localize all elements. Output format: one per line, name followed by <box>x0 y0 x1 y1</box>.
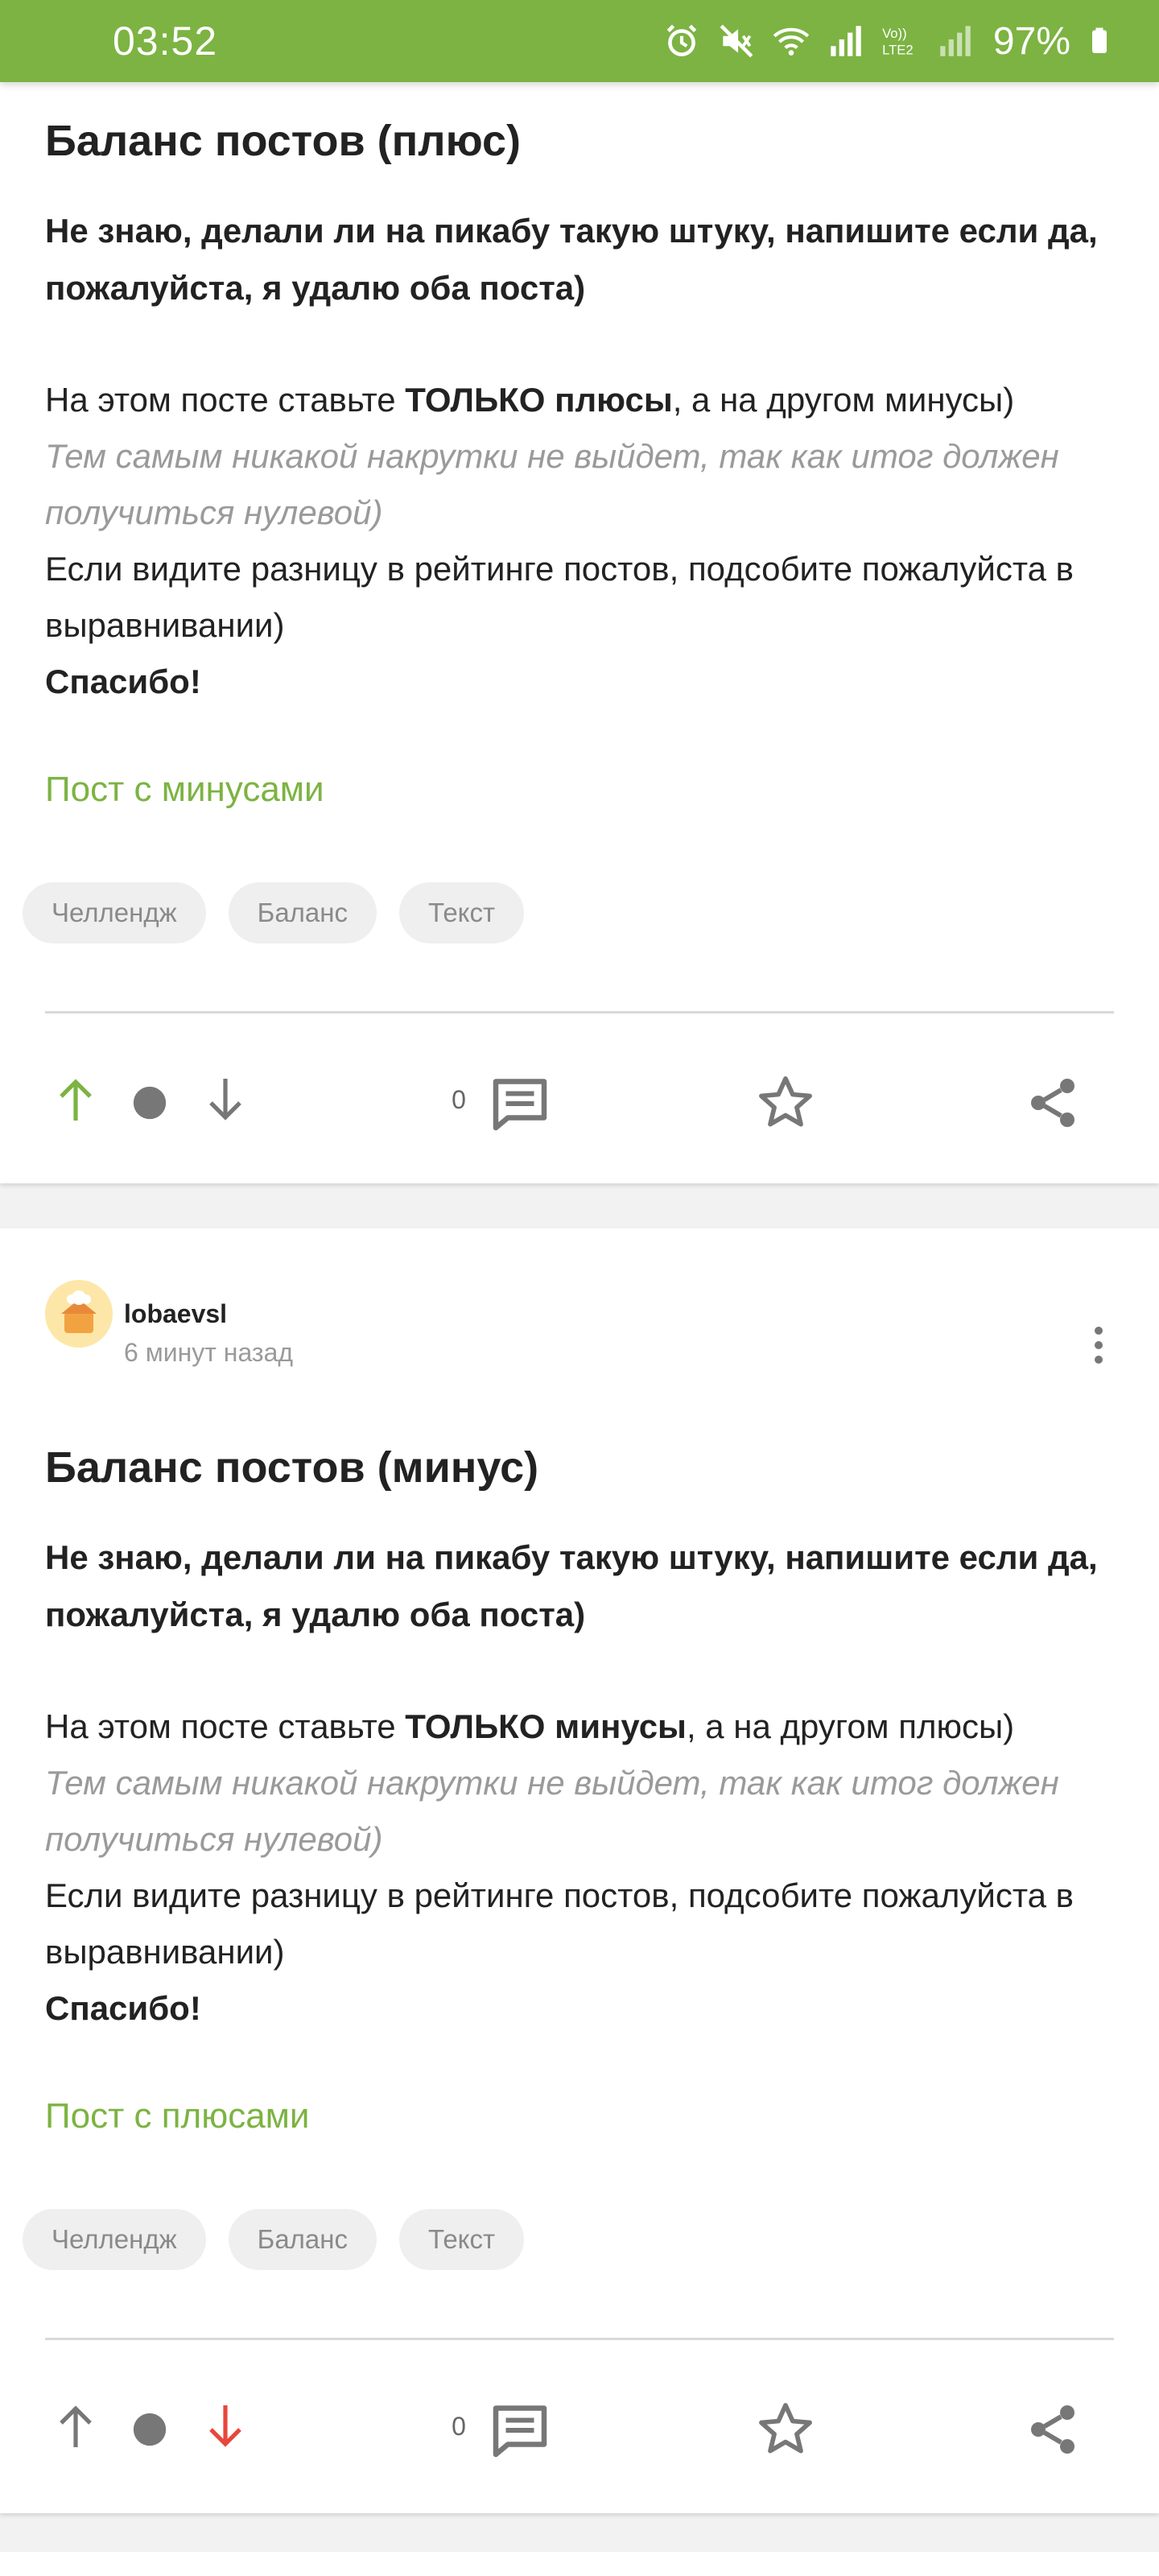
arrow-down-icon <box>209 2405 241 2447</box>
status-bar: 03:52 Vo)) LTE2 97% <box>0 0 1159 82</box>
volte-icon: Vo)) LTE2 <box>882 26 914 58</box>
post-line: На этом посте ставьте ТОЛЬКО плюсы, а на… <box>45 372 1116 428</box>
tags: Челлендж Баланс Текст <box>23 2209 525 2270</box>
post-line: Если видите разницу в рейтинге постов, п… <box>45 1876 1074 1971</box>
bold-span: ТОЛЬКО минусы <box>405 1707 687 1745</box>
share-icon <box>1031 1079 1074 1127</box>
avatar[interactable] <box>45 1280 113 1348</box>
post-intro: Не знаю, делали ли на пикабу такую штуку… <box>45 1538 1098 1633</box>
post-actions: 0 <box>0 2386 1159 2467</box>
post-link[interactable]: Пост с плюсами <box>45 2096 310 2136</box>
post-title[interactable]: Баланс постов (минус) <box>45 1443 538 1492</box>
upvote-button[interactable] <box>52 2402 100 2450</box>
tag[interactable]: Челлендж <box>23 882 206 943</box>
tags: Челлендж Баланс Текст <box>23 882 525 943</box>
more-dot <box>1095 1341 1103 1349</box>
downvote-button[interactable] <box>201 1075 250 1124</box>
arrow-up-icon <box>60 2405 92 2447</box>
comments-button[interactable] <box>488 2402 552 2458</box>
post-card <box>0 2552 1159 2576</box>
tag[interactable]: Текст <box>399 2209 525 2270</box>
battery-icon <box>1092 27 1107 53</box>
more-options-button[interactable] <box>1079 1317 1119 1373</box>
post-intro: Не знаю, делали ли на пикабу такую штуку… <box>45 212 1098 307</box>
post-body: На этом посте ставьте ТОЛЬКО минусы, а н… <box>45 1699 1116 2037</box>
rating-dot <box>130 2410 169 2449</box>
star-icon <box>759 1076 812 1127</box>
bold-span: Спасибо! <box>45 1989 201 2027</box>
status-time: 03:52 <box>113 19 218 64</box>
downvote-button[interactable] <box>201 2402 250 2450</box>
comments-button[interactable] <box>488 1075 552 1132</box>
post-body: На этом посте ставьте ТОЛЬКО плюсы, а на… <box>45 372 1116 710</box>
status-icons: Vo)) LTE2 97% <box>662 19 1114 64</box>
arrow-up-icon <box>60 1079 92 1121</box>
signal2-icon <box>940 26 971 56</box>
tag[interactable]: Баланс <box>228 2209 377 2270</box>
post-actions: 0 <box>0 1059 1159 1140</box>
comment-count: 0 <box>452 2411 466 2441</box>
bold-span: ТОЛЬКО плюсы <box>405 381 673 419</box>
save-button[interactable] <box>753 2397 818 2462</box>
text-span: , а на другом плюсы) <box>686 1707 1015 1745</box>
share-button[interactable] <box>1021 1071 1085 1135</box>
dot-icon <box>133 1086 167 1120</box>
muted-text: Тем самым никакой накрутки не выйдет, та… <box>45 1764 1059 1858</box>
text-span: На этом посте ставьте <box>45 381 406 419</box>
comment-icon <box>493 1079 547 1131</box>
arrow-down-icon <box>209 1079 241 1121</box>
post-thanks: Спасибо! <box>45 654 1116 710</box>
post-time: 6 минут назад <box>124 1338 294 1367</box>
comment-icon <box>493 2405 547 2458</box>
author-name[interactable]: lobaevsl <box>124 1299 227 1329</box>
share-icon <box>1031 2405 1074 2454</box>
mute-icon <box>720 24 753 58</box>
bold-span: Спасибо! <box>45 663 201 700</box>
post-thanks: Спасибо! <box>45 1980 1116 2037</box>
dot-icon <box>133 2413 167 2446</box>
rating-dot <box>130 1084 169 1122</box>
star-icon <box>759 2403 812 2454</box>
svg-text:LTE2: LTE2 <box>882 43 914 58</box>
post-card: Баланс постов (плюс) Не знаю, делали ли … <box>0 0 1159 1183</box>
text-span: На этом посте ставьте <box>45 1707 406 1745</box>
tag[interactable]: Челлендж <box>23 2209 206 2270</box>
save-button[interactable] <box>753 1071 818 1135</box>
text-span: , а на другом минусы) <box>672 381 1015 419</box>
divider <box>45 1011 1114 1013</box>
avatar-image <box>45 1280 113 1348</box>
divider <box>45 2338 1114 2340</box>
post-title[interactable]: Баланс постов (плюс) <box>45 116 521 166</box>
tag[interactable]: Текст <box>399 882 525 943</box>
more-dot <box>1095 1327 1103 1335</box>
post-card: lobaevsl 6 минут назад Баланс постов (ми… <box>0 1228 1159 2513</box>
alarm-icon <box>666 24 697 56</box>
svg-text:Vo)): Vo)) <box>882 26 907 41</box>
comment-count: 0 <box>452 1084 466 1114</box>
more-dot <box>1095 1356 1103 1364</box>
post-link[interactable]: Пост с минусами <box>45 770 324 810</box>
post-line: Если видите разницу в рейтинге постов, п… <box>45 550 1074 644</box>
share-button[interactable] <box>1021 2397 1085 2462</box>
upvote-button[interactable] <box>52 1075 100 1124</box>
wifi-icon <box>773 27 810 56</box>
tag[interactable]: Баланс <box>228 882 377 943</box>
post-line: На этом посте ставьте ТОЛЬКО минусы, а н… <box>45 1699 1116 1755</box>
signal-icon <box>831 26 861 56</box>
battery-percent: 97% <box>992 19 1070 63</box>
muted-text: Тем самым никакой накрутки не выйдет, та… <box>45 437 1059 531</box>
